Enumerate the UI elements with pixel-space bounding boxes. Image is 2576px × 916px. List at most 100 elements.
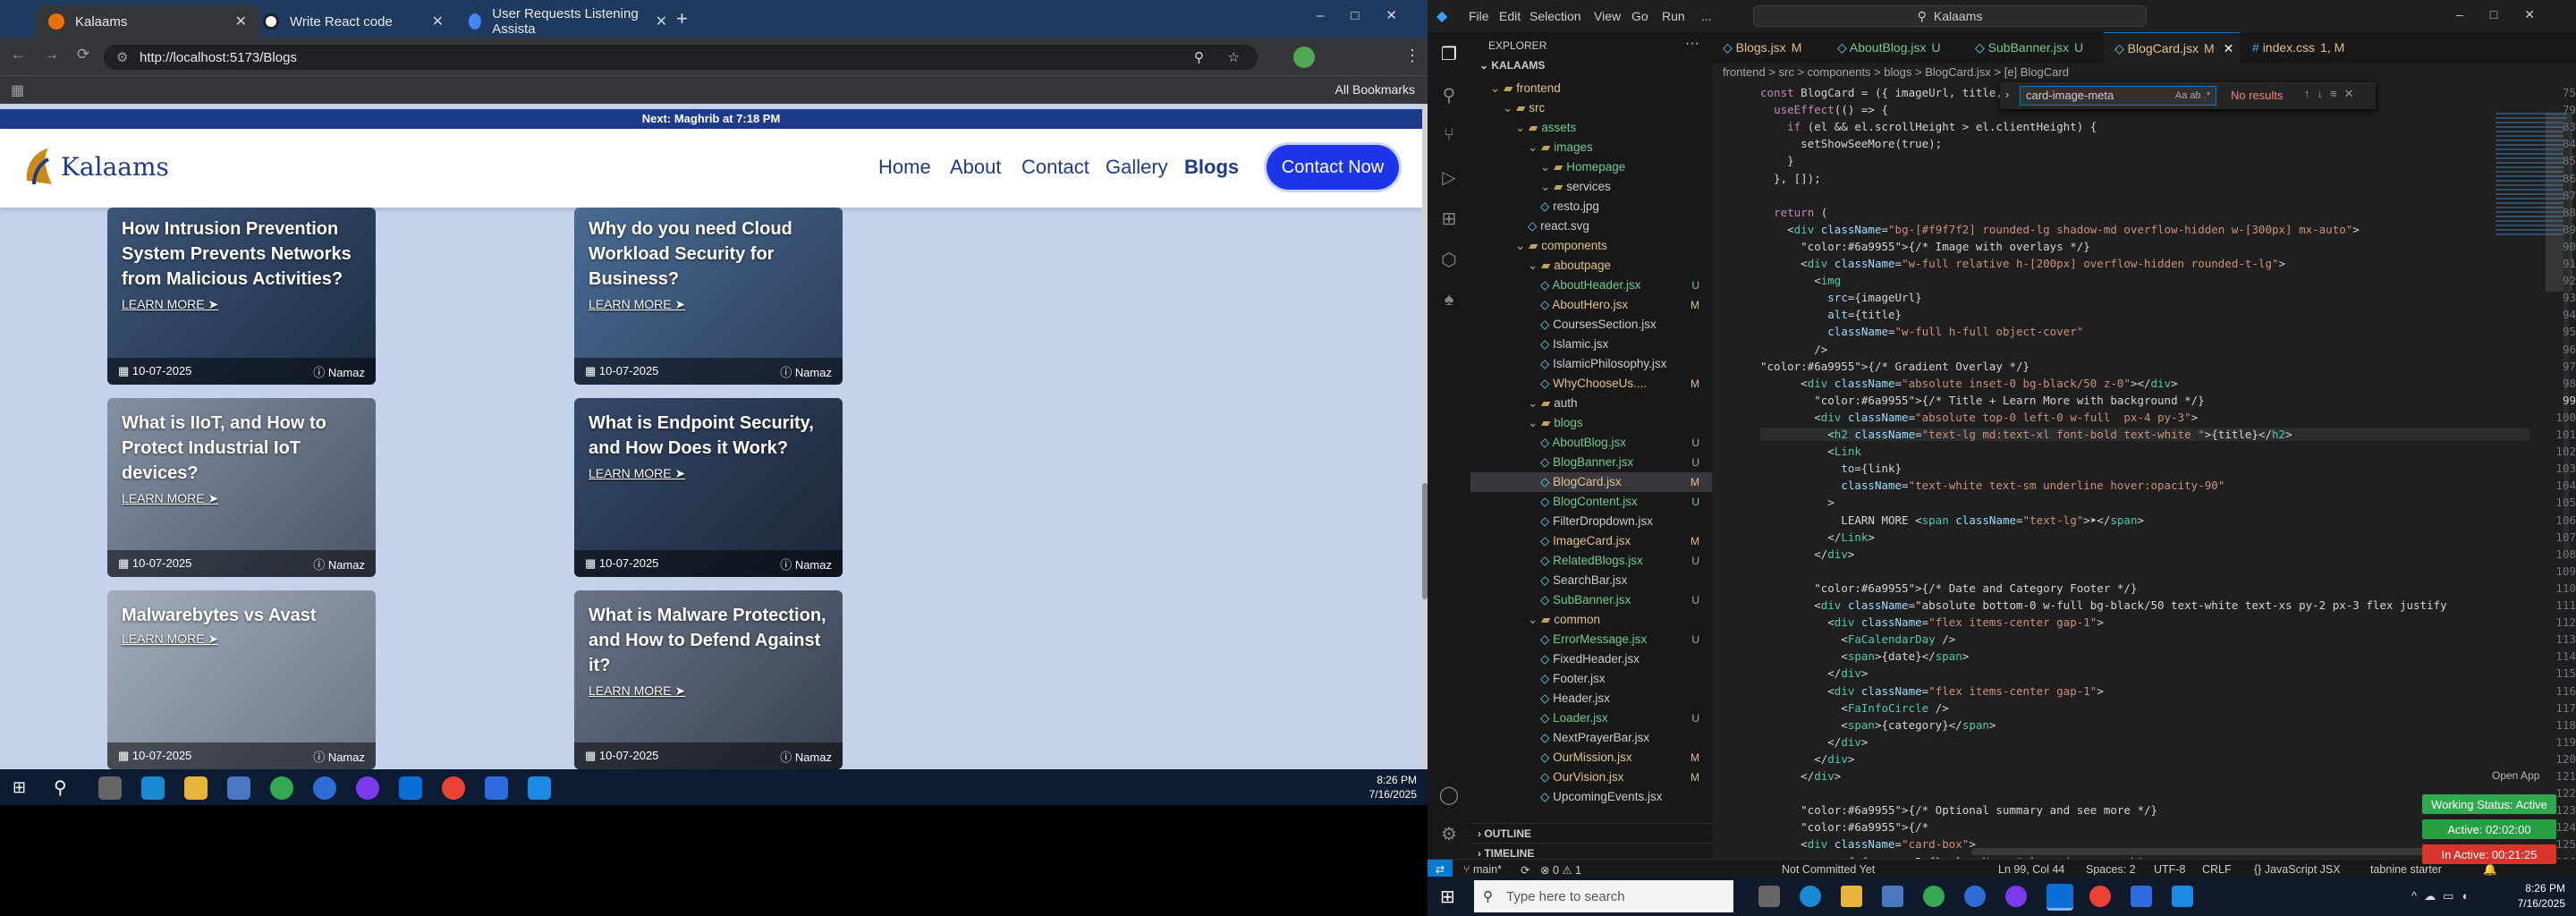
apps-icon[interactable]: ▦ — [11, 81, 24, 99]
tree-file[interactable]: ◇ AboutBlog.jsx U — [1470, 433, 1712, 453]
chevron-right-icon[interactable]: › — [2005, 88, 2009, 101]
learn-more-link[interactable]: LEARN MORE ➤ — [589, 297, 685, 312]
blog-card[interactable]: What is IIoT, and How to Protect Industr… — [107, 398, 376, 577]
clock[interactable]: 8:26 PM 7/16/2025 — [1369, 773, 1417, 802]
code-line[interactable]: alt={title} — [1760, 308, 1902, 321]
tree-folder[interactable]: ⌄ ▰ assets — [1470, 118, 1712, 138]
menu-run[interactable]: Run — [1662, 9, 1685, 23]
tree-file[interactable]: ◇ OurVision.jsx M — [1470, 768, 1712, 787]
code-line[interactable]: "color:#6a9955">{/* Optional summary and… — [1760, 803, 2157, 817]
code-line[interactable]: if (el && el.scrollHeight > el.clientHei… — [1760, 120, 2097, 133]
tree-file[interactable]: ◇ NextPrayerBar.jsx — [1470, 728, 1712, 748]
working-status-badge[interactable]: Working Status: Active — [2422, 794, 2556, 814]
contact-now-button[interactable]: Contact Now — [1267, 145, 1399, 190]
menu-file[interactable]: File — [1469, 9, 1489, 23]
code-line[interactable]: <img — [1760, 274, 1841, 287]
tree-folder[interactable]: ⌄ ▰ frontend — [1470, 79, 1712, 98]
tree-folder[interactable]: ⌄ ▰ common — [1470, 610, 1712, 630]
line-ending[interactable]: CRLF — [2202, 863, 2232, 876]
tree-folder[interactable]: ⌄ ▰ src — [1470, 98, 1712, 118]
tree-file[interactable]: ◇ Islamic.jsx — [1470, 335, 1712, 354]
run-debug-icon[interactable]: ▷ — [1438, 166, 1460, 188]
chrome-icon[interactable] — [1923, 886, 1945, 907]
code-line[interactable]: <div className="card-box"> — [1760, 837, 1976, 851]
code-line[interactable]: <Link — [1760, 445, 1861, 458]
code-line[interactable]: }, []); — [1760, 172, 1821, 185]
vscode-icon[interactable] — [399, 776, 422, 800]
app-icon[interactable] — [1964, 886, 1986, 907]
tree-file[interactable]: ◇ AboutHero.jsx M — [1470, 295, 1712, 315]
tree-file[interactable]: ◇ OurMission.jsx M — [1470, 748, 1712, 768]
outline-section[interactable]: › OUTLINE — [1470, 823, 1712, 843]
code-line[interactable]: className="text-white text-sm underline … — [1760, 479, 2224, 492]
code-line[interactable]: > — [1760, 496, 1835, 509]
chrome-profile-icon[interactable] — [442, 776, 465, 800]
editor-tab[interactable]: # index.css 1, M — [2241, 32, 2376, 63]
tab-user-requests[interactable]: User Requests Listening Assista ✕ — [456, 5, 680, 38]
code-line[interactable]: "color:#6a9955">{/* — [1760, 820, 1928, 834]
code-line[interactable]: "color:#6a9955">{/* Gradient Overlay */} — [1760, 360, 2029, 373]
tree-folder[interactable]: ⌄ ▰ Homepage — [1470, 157, 1712, 177]
tree-file[interactable]: ◇ ErrorMessage.jsx U — [1470, 630, 1712, 649]
code-line[interactable]: <h2 className="text-lg md:text-xl font-b… — [1760, 428, 2529, 441]
chrome-icon[interactable] — [270, 776, 293, 800]
problems-indicator[interactable]: ⊗ 0 ⚠ 1 — [1540, 863, 1581, 877]
tree-file[interactable]: ◇ Header.jsx — [1470, 689, 1712, 708]
tree-file[interactable]: ◇ UpcomingEvents.jsx — [1470, 787, 1712, 807]
code-line[interactable]: </Link> — [1760, 530, 1875, 544]
git-branch[interactable]: ⑂ main* — [1463, 863, 1502, 876]
nav-home[interactable]: Home — [878, 156, 931, 179]
close-icon[interactable]: ✕ — [432, 13, 444, 30]
code-line[interactable]: setShowSeeMore(true); — [1760, 137, 1942, 150]
explorer-icon[interactable]: ❐ — [1438, 43, 1460, 64]
star-icon[interactable]: ☆ — [1228, 49, 1240, 65]
git-blame[interactable]: Not Committed Yet — [1782, 863, 1875, 876]
code-line[interactable]: } — [1760, 154, 1794, 167]
task-view-icon[interactable] — [98, 776, 122, 800]
menu-more[interactable]: ... — [1701, 9, 1712, 23]
tree-file[interactable]: ◇ Footer.jsx — [1470, 669, 1712, 689]
tab-kalaams[interactable]: Kalaams ✕ — [36, 5, 259, 38]
code-line[interactable]: <div className="absolute top-0 left-0 w-… — [1760, 411, 2198, 424]
menu-view[interactable]: View — [1594, 9, 1621, 23]
tree-file[interactable]: ◇ react.svg — [1470, 216, 1712, 236]
editor-tab[interactable]: ◇ Blogs.jsx M — [1712, 32, 1825, 63]
tree-file[interactable]: ◇ RelatedBlogs.jsx U — [1470, 551, 1712, 571]
editor-tab[interactable]: ◇ BlogCard.jsx M ✕ — [2104, 32, 2240, 63]
windows-start-icon[interactable]: ⊞ — [1440, 886, 1455, 908]
tree-file[interactable]: ◇ SearchBar.jsx — [1470, 571, 1712, 590]
new-tab-button[interactable]: + — [676, 7, 688, 30]
editor-tab[interactable]: ◇ AboutBlog.jsx U — [1826, 32, 1962, 63]
learn-more-link[interactable]: LEARN MORE ➤ — [122, 491, 218, 506]
app-icon[interactable] — [528, 776, 551, 800]
store-icon[interactable] — [227, 776, 250, 800]
code-line[interactable]: <FaInfoCircle /> — [1760, 701, 1948, 715]
search-icon[interactable]: ⚲ — [54, 776, 67, 799]
tree-file[interactable]: ◇ BlogCard.jsx M — [1470, 472, 1712, 492]
encoding[interactable]: UTF-8 — [2154, 863, 2185, 876]
code-line[interactable]: <span>{category}</span> — [1760, 718, 1996, 732]
zoom-icon[interactable] — [2131, 886, 2152, 907]
gear-icon[interactable]: ⚙ — [1438, 823, 1460, 844]
vscode-icon[interactable] — [2046, 884, 2073, 911]
nav-gallery[interactable]: Gallery — [1106, 156, 1168, 179]
sync-icon[interactable]: ⟳ — [1521, 863, 1530, 877]
tree-file[interactable]: ◇ Loader.jsx U — [1470, 708, 1712, 728]
code-line[interactable]: to={link} — [1760, 462, 1902, 475]
code-line[interactable]: "color:#6a9955">{/* Date and Category Fo… — [1760, 581, 2137, 595]
windows-start-icon[interactable]: ⊞ — [13, 778, 26, 797]
tree-file[interactable]: ◇ FilterDropdown.jsx — [1470, 512, 1712, 531]
code-line[interactable]: useEffect(() => { — [1760, 103, 1888, 116]
more-actions-icon[interactable]: ··· — [1685, 36, 1699, 52]
tree-file[interactable]: ◇ BlogBanner.jsx U — [1470, 453, 1712, 472]
tree-folder[interactable]: ⌄ ▰ blogs — [1470, 413, 1712, 433]
nav-buttons[interactable]: ←→⟳ — [11, 46, 107, 64]
tree-folder[interactable]: ⌄ ▰ images — [1470, 138, 1712, 157]
system-tray-icons[interactable]: ^☁▭◖ — [2411, 889, 2475, 903]
zoom-icon[interactable] — [485, 776, 508, 800]
edge-icon[interactable] — [141, 776, 165, 800]
menu-selection[interactable]: Selection — [1530, 9, 1581, 23]
taskbar-search[interactable]: ⚲ Type here to search — [1474, 880, 1733, 912]
nav-contact[interactable]: Contact — [1021, 156, 1089, 179]
code-line[interactable]: </div> — [1760, 752, 1854, 766]
